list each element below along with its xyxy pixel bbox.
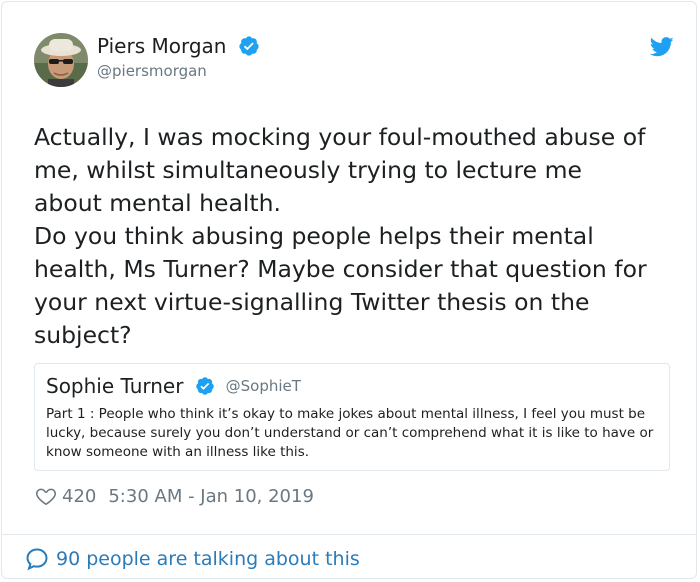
author-display-name[interactable]: Piers Morgan: [97, 33, 226, 59]
divider: [2, 534, 696, 535]
avatar[interactable]: [34, 33, 88, 87]
tweet-timestamp[interactable]: 5:30 AM - Jan 10, 2019: [108, 486, 314, 507]
tweet-header: Piers Morgan @piersmorgan: [34, 33, 674, 89]
tweet-text: Actually, I was mocking your foul-mouthe…: [34, 123, 647, 349]
verified-badge-icon: [238, 35, 260, 57]
verified-badge-icon: [195, 376, 215, 396]
talking-about-text[interactable]: 90 people are talking about this: [56, 548, 360, 570]
quoted-display-name[interactable]: Sophie Turner: [46, 373, 183, 399]
quoted-tweet-text: Part 1 : People who think it’s okay to m…: [46, 406, 654, 460]
tweet-meta: 420 5:30 AM - Jan 10, 2019: [35, 483, 314, 509]
heart-icon[interactable]: [35, 485, 57, 507]
tweet-card: Piers Morgan @piersmorgan Actually, I wa…: [1, 1, 697, 579]
conversation-link[interactable]: 90 people are talking about this: [25, 545, 360, 573]
like-count[interactable]: 420: [62, 486, 96, 507]
quoted-tweet[interactable]: Sophie Turner @SophieT Part 1 : People w…: [34, 363, 670, 471]
author-handle[interactable]: @piersmorgan: [97, 61, 260, 81]
twitter-bird-icon[interactable]: [649, 36, 674, 58]
quoted-handle[interactable]: @SophieT: [226, 377, 301, 395]
speech-bubble-icon: [25, 547, 49, 571]
